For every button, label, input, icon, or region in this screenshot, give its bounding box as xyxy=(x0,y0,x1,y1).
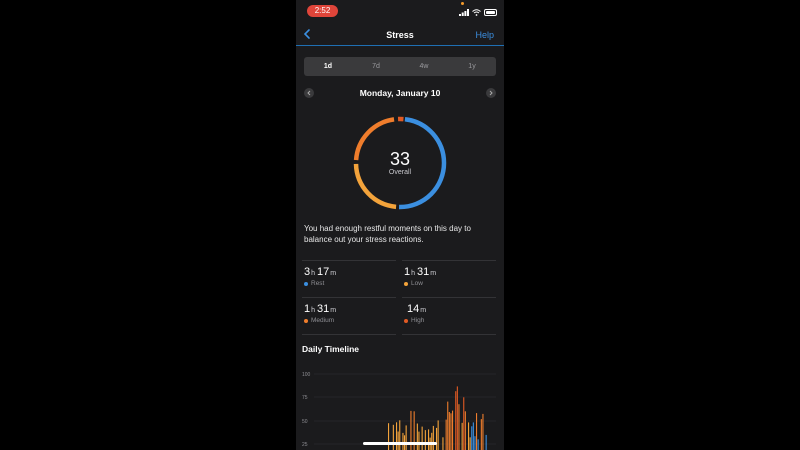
stat-low: 1h 31m Low xyxy=(404,266,494,287)
timeline-bar xyxy=(450,413,452,450)
y-tick-label: 25 xyxy=(302,442,308,448)
date-navigator: Monday, January 10 xyxy=(296,86,504,100)
chevron-right-icon xyxy=(489,90,493,96)
timeline-bar xyxy=(436,427,438,450)
privacy-indicator-icon xyxy=(461,2,464,5)
timeline-bar xyxy=(416,423,418,450)
divider xyxy=(402,297,496,298)
stat-label: High xyxy=(411,317,425,324)
low-dot-icon xyxy=(404,281,408,286)
timeline-bar xyxy=(474,436,476,450)
timeline-bar xyxy=(424,430,426,450)
stat-value: 1h 31m xyxy=(404,266,437,278)
stat-medium: 1h 31m Medium xyxy=(304,303,394,324)
next-day-button[interactable] xyxy=(486,88,496,98)
page-title: Stress xyxy=(386,30,414,40)
range-tabs: 1d 7d 4w 1y xyxy=(304,57,496,76)
timeline-bar xyxy=(428,429,430,450)
divider xyxy=(302,334,396,335)
timeline-bar xyxy=(468,422,470,450)
stress-message: You had enough restful moments on this d… xyxy=(304,224,471,244)
wifi-icon xyxy=(472,9,481,16)
divider xyxy=(302,297,396,298)
stat-value: 3h 17m xyxy=(304,266,337,278)
stress-score: 33 xyxy=(389,149,411,169)
timeline-bar xyxy=(448,412,450,450)
stat-value: 14m xyxy=(407,303,427,315)
tab-1d[interactable]: 1d xyxy=(304,57,352,76)
timeline-bar xyxy=(432,425,434,450)
stat-high: 14m High xyxy=(404,303,494,324)
stat-label: Medium xyxy=(311,317,335,324)
help-link[interactable]: Help xyxy=(475,30,494,40)
y-tick-label: 50 xyxy=(302,419,308,425)
timeline-bar xyxy=(397,431,399,450)
phone-screen: 2:52 Stress Help 1d 7d 4w 1y Monday, Jan… xyxy=(296,0,504,450)
battery-icon xyxy=(484,9,497,16)
timeline-bar xyxy=(471,426,473,450)
signal-icon xyxy=(459,9,469,16)
timeline-title: Daily Timeline xyxy=(302,344,360,354)
timeline-bar xyxy=(445,419,447,450)
date-label: Monday, January 10 xyxy=(359,88,441,98)
timeline-bar xyxy=(482,413,484,450)
timeline-bar xyxy=(418,431,420,450)
divider xyxy=(302,260,396,261)
stat-rest: 3h 17m Rest xyxy=(304,266,394,287)
tab-1y[interactable]: 1y xyxy=(448,57,496,76)
timeline-bar xyxy=(399,420,401,450)
timeline-bar xyxy=(476,413,478,450)
timeline-bar xyxy=(472,422,474,450)
stat-value: 1h 31m xyxy=(304,303,337,315)
stat-label: Low xyxy=(411,280,423,287)
status-bar: 2:52 xyxy=(296,0,504,24)
y-tick-label: 100 xyxy=(302,372,311,378)
timeline-bar xyxy=(447,401,449,450)
timeline-bar xyxy=(464,411,466,450)
timeline-bar xyxy=(480,419,482,450)
rest-dot-icon xyxy=(304,281,308,286)
timeline-bar xyxy=(392,424,394,450)
timeline-bar xyxy=(463,397,465,450)
y-tick-label: 75 xyxy=(302,395,308,401)
timeline-bar xyxy=(455,391,457,450)
timeline-bar xyxy=(421,426,423,450)
timeline-bar xyxy=(396,422,398,450)
daily-timeline-chart: 100 75 50 25 xyxy=(302,372,496,450)
timeline-bar xyxy=(485,434,487,450)
status-time: 2:52 xyxy=(307,5,338,17)
timeline-bar xyxy=(405,425,407,450)
timeline-bar xyxy=(477,439,479,450)
timeline-bar xyxy=(442,437,444,450)
timeline-bar xyxy=(388,423,390,450)
tab-7d[interactable]: 7d xyxy=(352,57,400,76)
medium-dot-icon xyxy=(304,318,308,323)
timeline-bar xyxy=(469,437,471,450)
timeline-bar xyxy=(456,386,458,450)
tab-4w[interactable]: 4w xyxy=(400,57,448,76)
timeline-bar xyxy=(461,422,463,450)
timeline-bar xyxy=(458,404,460,450)
home-indicator xyxy=(363,442,437,445)
score-label: Overall xyxy=(388,169,412,176)
divider xyxy=(402,260,496,261)
divider xyxy=(402,334,496,335)
nav-bar: Stress Help xyxy=(296,24,504,46)
high-dot-icon xyxy=(404,318,408,323)
timeline-bar xyxy=(437,420,439,450)
timeline-bar xyxy=(452,410,454,450)
stat-label: Rest xyxy=(311,280,325,287)
